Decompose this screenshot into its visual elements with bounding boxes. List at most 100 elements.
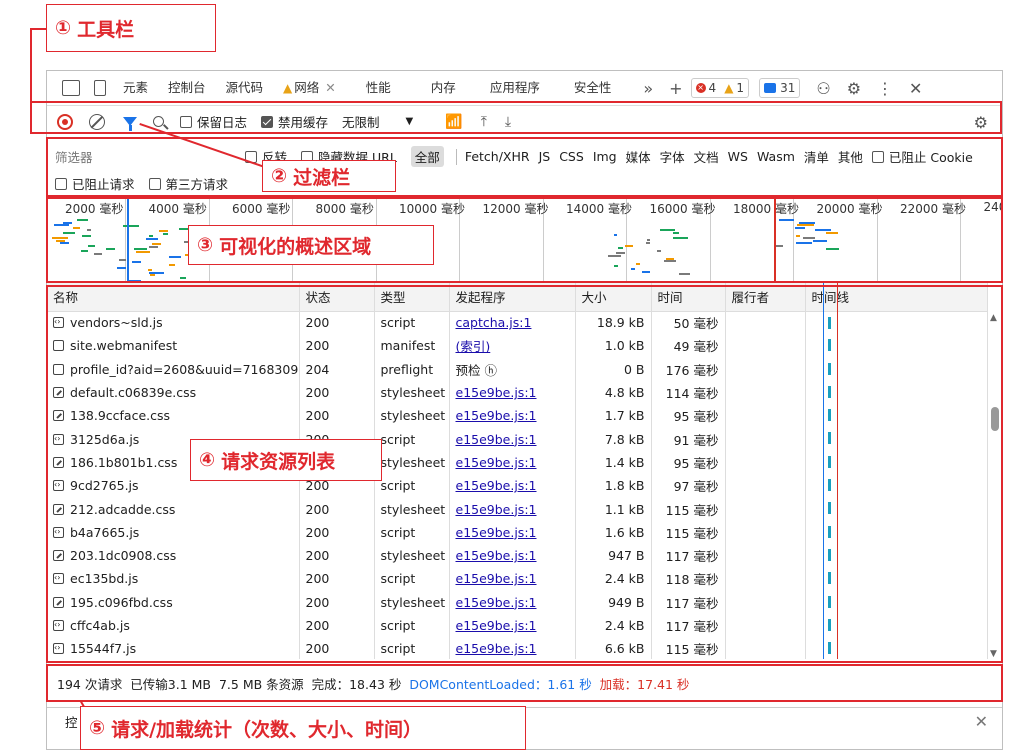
filter-type-7[interactable]: 文档 [694, 147, 719, 166]
tab-elements[interactable]: 元素 [113, 71, 158, 105]
initiator-cell[interactable]: captcha.js:1 [449, 311, 576, 335]
throttle-select[interactable]: 无限制 ▼ [342, 112, 431, 131]
close-icon[interactable]: ✕ [901, 79, 930, 98]
column-header-0[interactable]: 名称 [47, 283, 300, 312]
column-header-4[interactable]: 大小 [575, 283, 652, 312]
initiator-cell[interactable]: e15e9be.js:1 [449, 520, 576, 544]
initiator-cell[interactable]: e15e9be.js:1 [449, 474, 576, 498]
more-tabs-icon[interactable]: » [635, 79, 661, 98]
initiator-cell[interactable]: e15e9be.js:1 [449, 450, 576, 475]
table-row[interactable]: 186.1b801b1.css200stylesheete15e9be.js:1… [47, 450, 988, 475]
request-name-cell[interactable]: b4a7665.js [47, 520, 300, 544]
tab-application[interactable]: 应用程序 [480, 71, 550, 105]
network-settings-icon[interactable]: ⚙ [974, 113, 988, 132]
filter-type-1[interactable]: Fetch/XHR [465, 149, 530, 164]
tab-console[interactable]: 控制台 [158, 71, 216, 105]
column-header-1[interactable]: 状态 [299, 283, 375, 312]
request-name-cell[interactable]: ec135bd.js [47, 567, 300, 591]
blocked-cookies-checkbox[interactable]: 已阻止 Cookie [871, 147, 973, 166]
table-row[interactable]: profile_id?aid=2608&uuid=7168309... 204 pr… [47, 357, 988, 381]
request-name-cell[interactable]: profile_id?aid=2608&uuid=7168309... [47, 357, 300, 381]
device-toggle-icon[interactable] [94, 80, 106, 96]
messages-badge[interactable]: 31 [759, 78, 801, 98]
request-name-cell[interactable]: default.c06839e.css [47, 380, 300, 405]
initiator-cell[interactable]: e15e9be.js:1 [449, 497, 576, 521]
tab-sources[interactable]: 源代码 [216, 71, 274, 105]
filter-type-11[interactable]: 其他 [838, 147, 863, 166]
table-row[interactable]: site.webmanifest 200 manifest (索引) 1.0 kB 49 … [47, 334, 988, 358]
clear-icon[interactable] [89, 113, 105, 130]
table-row[interactable]: 203.1dc0908.css 200 stylesheet e15e9be.js:1… [47, 543, 988, 568]
filter-type-10[interactable]: 清单 [804, 147, 829, 166]
tab-security[interactable]: 安全性 [564, 71, 622, 105]
table-row[interactable]: 138.9ccface.css 200 stylesheet e15e9be.js:1… [47, 404, 988, 428]
third-party-checkbox[interactable]: 第三方请求 [148, 174, 228, 193]
request-name-cell[interactable]: 212.adcadde.css [47, 497, 300, 521]
initiator-cell[interactable]: e15e9be.js:1 [449, 380, 576, 405]
scroll-up-icon[interactable]: ▲ [990, 313, 997, 323]
blocked-requests-checkbox[interactable]: 已阻止请求 [55, 174, 135, 193]
column-header-7[interactable]: 时间线 [805, 283, 988, 312]
export-har-icon[interactable]: ⤓ [505, 114, 511, 130]
filter-type-3[interactable]: CSS [559, 149, 584, 164]
filter-type-6[interactable]: 字体 [660, 147, 685, 166]
record-icon[interactable] [57, 113, 73, 130]
filter-type-0[interactable]: 全部 [410, 146, 444, 167]
filter-type-8[interactable]: WS [728, 149, 748, 164]
column-header-3[interactable]: 发起程序 [449, 283, 576, 312]
initiator-cell[interactable]: e15e9be.js:1 [449, 427, 576, 451]
table-row[interactable]: 15544f7.js 200scripte15e9be.js:16.6 kB115… [47, 637, 988, 659]
table-row[interactable]: b4a7665.js 200scripte15e9be.js:11.6 kB115… [47, 520, 988, 544]
table-row[interactable]: ec135bd.js 200scripte15e9be.js:12.4 kB118… [47, 567, 988, 591]
customize-icon[interactable]: ⚇ [808, 79, 838, 98]
column-header-2[interactable]: 类型 [374, 283, 450, 312]
initiator-cell[interactable]: e15e9be.js:1 [449, 567, 576, 591]
table-scrollbar[interactable]: ▲ ▼ [988, 311, 1002, 659]
table-row[interactable]: 195.c096fbd.css 200 stylesheet e15e9be.js:1… [47, 590, 988, 614]
network-conditions-icon[interactable]: 📶 [445, 114, 462, 130]
table-row[interactable]: cffc4ab.js 200scripte15e9be.js:12.4 kB117… [47, 613, 988, 638]
column-header-5[interactable]: 时间 [651, 283, 726, 312]
initiator-cell[interactable]: (索引) [449, 334, 576, 358]
disable-cache-checkbox[interactable]: 禁用缓存 [261, 112, 328, 131]
scroll-down-icon[interactable]: ▼ [990, 649, 997, 659]
tab-memory[interactable]: 内存 [421, 71, 466, 105]
search-icon[interactable] [153, 116, 164, 127]
request-name-cell[interactable]: 138.9ccface.css [47, 404, 300, 428]
filter-type-2[interactable]: JS [539, 149, 551, 164]
close-tab-icon[interactable]: ✕ [325, 80, 335, 95]
table-row[interactable]: 3125d6a.js200scripte15e9be.js:17.8 kB91 … [47, 427, 988, 451]
filter-icon[interactable] [123, 117, 137, 131]
initiator-cell[interactable]: e15e9be.js:1 [449, 637, 576, 659]
tab-network[interactable]: ▲ 网络 ✕ [273, 71, 346, 105]
request-name-cell[interactable]: cffc4ab.js [47, 613, 300, 638]
close-icon[interactable]: ✕ [975, 712, 988, 731]
add-tab-icon[interactable]: + [661, 79, 690, 98]
filter-type-9[interactable]: Wasm [757, 149, 795, 164]
table-row[interactable]: vendors~sld.js 200scriptcaptcha.js:118.9 … [47, 311, 988, 335]
filter-type-5[interactable]: 媒体 [626, 147, 651, 166]
initiator-cell[interactable]: e15e9be.js:1 [449, 590, 576, 614]
inspect-icon[interactable] [62, 80, 80, 96]
request-name-cell[interactable]: site.webmanifest [47, 334, 300, 358]
request-name-cell[interactable]: 195.c096fbd.css [47, 590, 300, 614]
table-row[interactable]: 9cd2765.js200scripte15e9be.js:11.8 kB97 … [47, 474, 988, 498]
filter-type-4[interactable]: Img [593, 149, 617, 164]
request-name-cell[interactable]: vendors~sld.js [47, 311, 300, 335]
request-name-cell[interactable]: 15544f7.js [47, 637, 300, 659]
tab-performance[interactable]: 性能 [356, 71, 401, 105]
import-har-icon[interactable]: ⤒ [481, 114, 487, 130]
initiator-cell[interactable]: e15e9be.js:1 [449, 543, 576, 568]
initiator-cell[interactable]: e15e9be.js:1 [449, 613, 576, 638]
initiator-cell[interactable]: e15e9be.js:1 [449, 404, 576, 428]
column-header-6[interactable]: 履行者 [725, 283, 806, 312]
table-row[interactable]: default.c06839e.css 200 stylesheet e15e9be.… [47, 380, 988, 405]
preserve-log-checkbox[interactable]: 保留日志 [180, 112, 247, 131]
table-row[interactable]: 212.adcadde.css 200 stylesheet e15e9be.js:1… [47, 497, 988, 521]
kebab-icon[interactable]: ⋮ [869, 79, 901, 98]
issues-badge[interactable]: × 4 ▲ 1 [690, 78, 750, 98]
drawer-tab-console[interactable]: 控 [65, 712, 78, 731]
request-name-cell[interactable]: 203.1dc0908.css [47, 543, 300, 568]
gear-icon[interactable]: ⚙ [839, 79, 869, 98]
scroll-thumb[interactable] [991, 407, 999, 431]
